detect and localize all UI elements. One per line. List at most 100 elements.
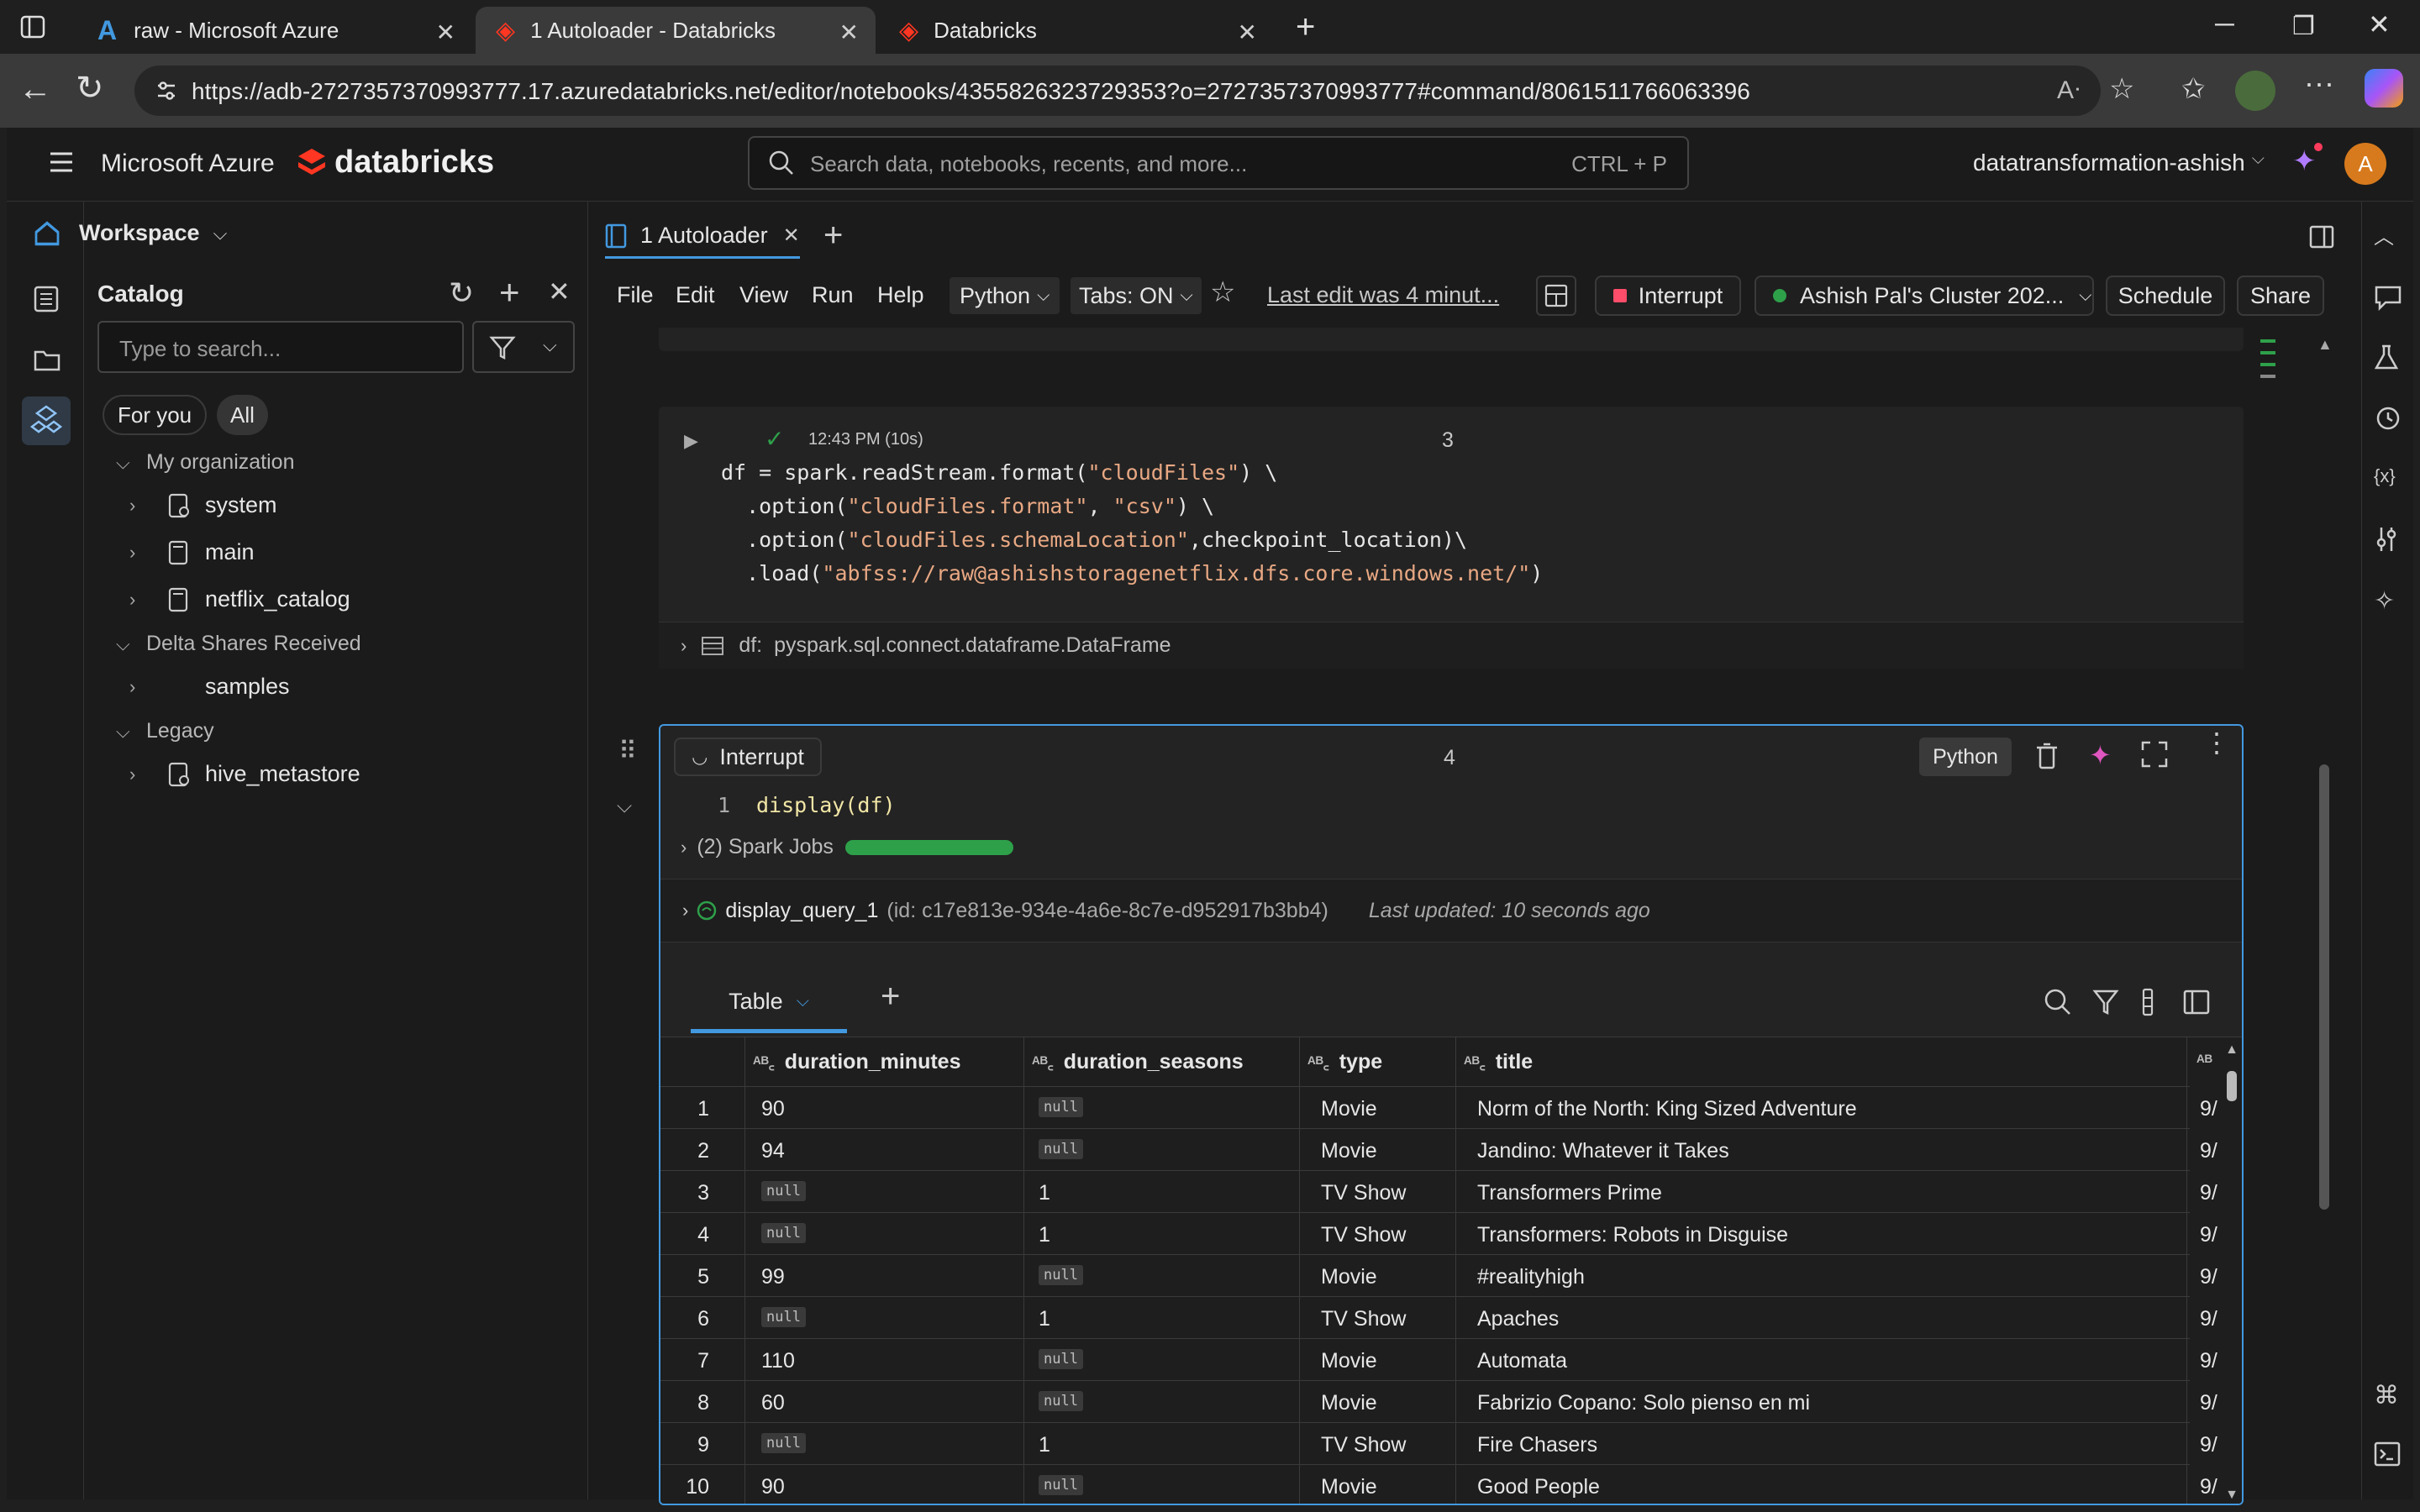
scroll-up-icon[interactable]: ▲: [2225, 1042, 2238, 1058]
editor-scrollbar[interactable]: ▲: [2317, 336, 2333, 1495]
table-cell-duration-seasons[interactable]: null: [1039, 1391, 1083, 1411]
comments-icon[interactable]: [2374, 284, 2402, 312]
table-row[interactable]: 1 90 null Movie Norm of the North: King Size…: [660, 1086, 2217, 1128]
menu-run[interactable]: Run: [812, 282, 854, 308]
spark-jobs-row[interactable]: › (2) Spark Jobs: [681, 835, 1013, 859]
collapse-cell-icon[interactable]: ⌵: [617, 795, 632, 818]
tree-section-legacy[interactable]: ⌵ Legacy: [116, 719, 214, 743]
table-scrollbar[interactable]: ▲ ▼: [2225, 1042, 2238, 1503]
scrollbar-thumb[interactable]: [2227, 1071, 2237, 1101]
menu-help[interactable]: Help: [877, 282, 924, 308]
table-cell-type[interactable]: Movie: [1321, 1475, 1377, 1499]
restore-icon[interactable]: ❐: [2292, 12, 2315, 41]
table-cell-extra[interactable]: 9/: [2200, 1265, 2217, 1289]
menu-file[interactable]: File: [617, 282, 654, 308]
notebook-list-icon[interactable]: [34, 286, 59, 312]
tree-section-delta-shares[interactable]: ⌵ Delta Shares Received: [116, 632, 361, 656]
table-cell-duration-minutes[interactable]: 90: [761, 1475, 785, 1499]
cluster-selector[interactable]: Ashish Pal's Cluster 202... ⌵: [1754, 276, 2094, 316]
browser-tab-azure[interactable]: A raw - Microsoft Azure ✕: [77, 7, 472, 54]
scroll-up-icon[interactable]: ▲: [2317, 336, 2333, 354]
fullscreen-icon[interactable]: [2141, 741, 2168, 768]
table-cell-extra[interactable]: 9/: [2200, 1475, 2217, 1499]
browser-tab-databricks[interactable]: ◈ Databricks ✕: [879, 7, 1274, 54]
url-field[interactable]: https://adb-2727357370993777.17.azuredat…: [134, 66, 2101, 116]
favorites-icon[interactable]: ✩: [2181, 72, 2206, 106]
assistant-sparkle-icon[interactable]: ✦: [2292, 144, 2317, 178]
code-line-2[interactable]: .option("cloudFiles.format", "csv") \: [721, 494, 1214, 518]
table-cell-title[interactable]: Automata: [1477, 1349, 1567, 1373]
table-cell-duration-seasons[interactable]: null: [1039, 1139, 1083, 1159]
table-cell-duration-minutes[interactable]: 110: [761, 1349, 795, 1373]
schedule-button[interactable]: Schedule: [2106, 276, 2225, 316]
filter-button[interactable]: ⌵: [472, 321, 575, 373]
table-cell-duration-minutes[interactable]: null: [761, 1181, 806, 1201]
table-cell-type[interactable]: Movie: [1321, 1265, 1377, 1289]
table-cell-type[interactable]: Movie: [1321, 1097, 1377, 1121]
drag-handle-icon[interactable]: ⠿: [618, 739, 637, 764]
tree-item-hive-metastore[interactable]: › hive_metastore: [129, 761, 360, 787]
table-row[interactable]: 5 99 null Movie #realityhigh 9/: [660, 1254, 2217, 1296]
table-cell-duration-minutes[interactable]: null: [761, 1307, 806, 1327]
keyboard-shortcuts-icon[interactable]: ⌘: [2374, 1381, 2402, 1410]
table-cell-title[interactable]: Norm of the North: King Sized Adventure: [1477, 1097, 1857, 1121]
table-cell-type[interactable]: TV Show: [1321, 1433, 1406, 1457]
scrollbar-thumb[interactable]: [2319, 764, 2329, 1210]
tree-item-netflix-catalog[interactable]: › netflix_catalog: [129, 586, 350, 612]
table-cell-type[interactable]: TV Show: [1321, 1307, 1406, 1331]
tree-section-my-organization[interactable]: ⌵ My organization: [116, 450, 294, 475]
back-icon[interactable]: ←: [18, 71, 52, 108]
table-cell-duration-seasons[interactable]: null: [1039, 1349, 1083, 1369]
table-cell-extra[interactable]: 9/: [2200, 1181, 2217, 1205]
close-icon[interactable]: ✕: [548, 276, 571, 307]
table-cell-title[interactable]: Transformers: Robots in Disguise: [1477, 1223, 1788, 1247]
catalog-search-input[interactable]: Type to search...: [97, 321, 464, 373]
site-info-icon[interactable]: [155, 79, 178, 102]
new-tab-icon[interactable]: +: [1296, 8, 1315, 46]
table-cell-duration-seasons[interactable]: null: [1039, 1097, 1083, 1117]
table-row[interactable]: 3 null 1 TV Show Transformers Prime 9/: [660, 1170, 2217, 1212]
trash-icon[interactable]: [2035, 743, 2059, 769]
table-row[interactable]: 7 110 null Movie Automata 9/: [660, 1338, 2217, 1380]
table-row[interactable]: 6 null 1 TV Show Apaches 9/: [660, 1296, 2217, 1338]
assistant-icon[interactable]: ✧: [2374, 586, 2402, 615]
table-cell-duration-minutes[interactable]: 99: [761, 1265, 785, 1289]
code-line-4[interactable]: .load("abfss://raw@ashishstoragenetflix.…: [721, 561, 1543, 585]
profile-avatar[interactable]: [2235, 71, 2275, 111]
brand-azure[interactable]: Microsoft Azure: [101, 150, 275, 178]
table-cell-extra[interactable]: 9/: [2200, 1349, 2217, 1373]
table-row[interactable]: 2 94 null Movie Jandino: Whatever it Takes 9/: [660, 1128, 2217, 1170]
table-row[interactable]: 8 60 null Movie Fabrizio Copano: Solo pienso…: [660, 1380, 2217, 1422]
table-row[interactable]: 9 null 1 TV Show Fire Chasers 9/: [660, 1422, 2217, 1464]
terminal-icon[interactable]: [2374, 1441, 2402, 1470]
filter-icon[interactable]: [2092, 988, 2119, 1016]
table-cell-title[interactable]: Fire Chasers: [1477, 1433, 1597, 1457]
table-cell-title[interactable]: Apaches: [1477, 1307, 1559, 1331]
table-cell-duration-seasons[interactable]: 1: [1039, 1307, 1050, 1331]
run-cell-icon[interactable]: ▶: [684, 430, 698, 452]
new-notebook-tab-icon[interactable]: +: [823, 217, 843, 255]
code-line-1[interactable]: df = spark.readStream.format("cloudFiles…: [721, 460, 1277, 485]
table-row[interactable]: 10 90 null Movie Good People 9/: [660, 1464, 2217, 1504]
folder-icon[interactable]: [34, 348, 60, 371]
more-icon[interactable]: ···: [2304, 66, 2334, 101]
favorite-star-icon[interactable]: ☆: [1210, 276, 1235, 309]
minimize-icon[interactable]: ─: [2215, 8, 2234, 39]
result-tab-table[interactable]: Table ⌵: [691, 974, 847, 1033]
table-row[interactable]: 4 null 1 TV Show Transformers: Robots in Dis…: [660, 1212, 2217, 1254]
table-cell-duration-minutes[interactable]: null: [761, 1223, 806, 1243]
last-edit-link[interactable]: Last edit was 4 minut...: [1267, 282, 1499, 308]
read-aloud-icon[interactable]: Aᐧ: [2057, 76, 2081, 105]
table-cell-extra[interactable]: 9/: [2200, 1223, 2217, 1247]
global-search-input[interactable]: Search data, notebooks, recents, and mor…: [748, 136, 1689, 190]
table-cell-extra[interactable]: 9/: [2200, 1097, 2217, 1121]
table-cell-title[interactable]: Transformers Prime: [1477, 1181, 1662, 1205]
filter-all[interactable]: All: [217, 395, 268, 435]
refresh-icon[interactable]: ↻: [76, 69, 104, 108]
table-cell-duration-seasons[interactable]: 1: [1039, 1223, 1050, 1247]
refresh-icon[interactable]: ↻: [449, 276, 474, 311]
tree-item-main[interactable]: › main: [129, 539, 255, 565]
search-icon[interactable]: [2044, 988, 2072, 1016]
code-cell-3[interactable]: ▶ ✓ 12:43 PM (10s) 3 df = spark.readStre…: [659, 407, 2244, 669]
table-cell-title[interactable]: #realityhigh: [1477, 1265, 1585, 1289]
